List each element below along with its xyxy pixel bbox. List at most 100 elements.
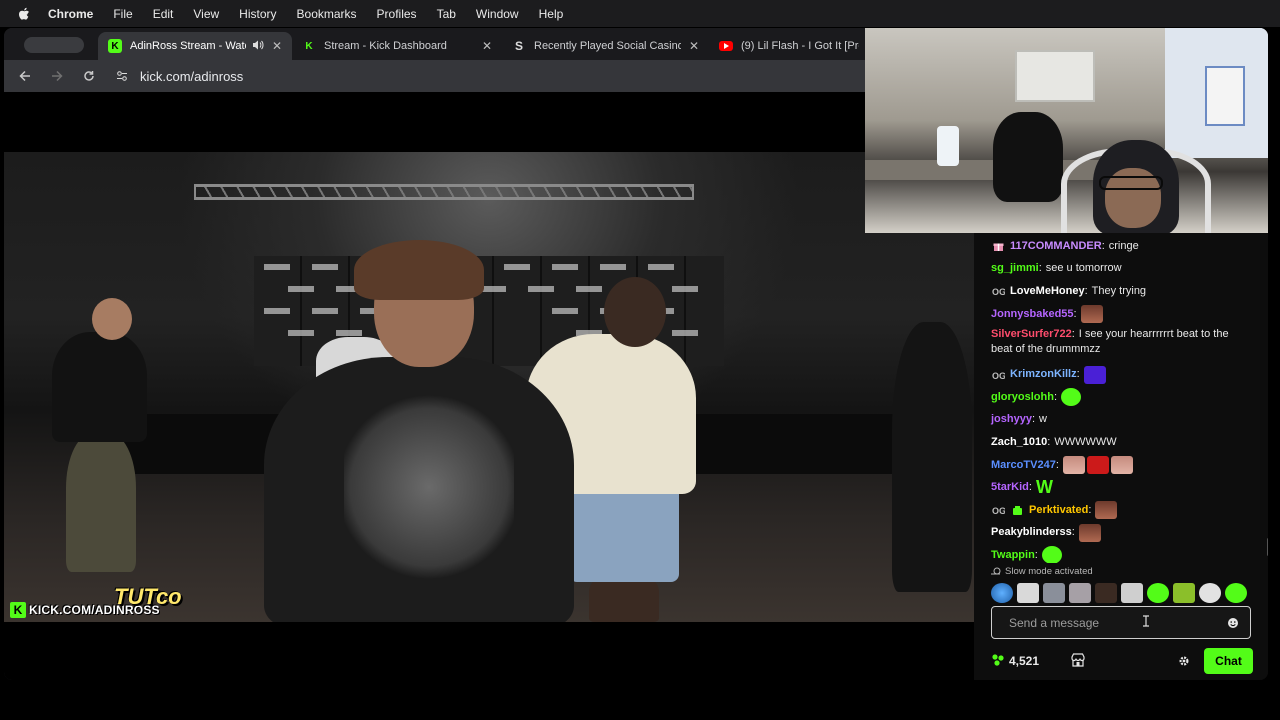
tab-title: Stream - Kick Dashboard	[324, 40, 447, 52]
kick-green-emote-icon[interactable]	[1147, 583, 1169, 603]
chat-username[interactable]: 5tarKid	[991, 480, 1029, 495]
chat-text: w	[1039, 413, 1047, 426]
browser-window: K AdinRoss Stream - Watch ✕ K Stream - K…	[4, 28, 1268, 680]
chat-username[interactable]: sg_jimmi	[991, 261, 1039, 276]
skull-emote-icon[interactable]	[1199, 583, 1221, 603]
menu-file[interactable]: File	[113, 7, 132, 21]
tab-title: Recently Played Social Casino	[534, 40, 681, 52]
gear-icon[interactable]	[1176, 653, 1192, 669]
chat-colon: :	[1071, 526, 1075, 539]
banned-texas-emote-icon[interactable]	[1121, 583, 1143, 603]
photo-emote-icon[interactable]	[1069, 583, 1091, 603]
site-settings-icon[interactable]	[112, 66, 132, 86]
chat-message: SilverSurfer722: I see your hearrrrrrt be…	[991, 325, 1251, 363]
tab-social-casino[interactable]: S Recently Played Social Casino ✕	[502, 32, 709, 60]
kick-logo-icon: K	[10, 602, 26, 618]
menu-profiles[interactable]: Profiles	[377, 7, 417, 21]
channel-points[interactable]: 4,521	[991, 653, 1039, 670]
reload-icon[interactable]	[78, 65, 100, 87]
face-emote-icon	[1078, 523, 1101, 542]
globe-emote-icon[interactable]	[991, 583, 1013, 603]
person-left-head	[92, 298, 132, 340]
tab-title: AdinRoss Stream - Watch	[130, 40, 246, 52]
chat-colon: :	[1071, 328, 1075, 341]
chat-username[interactable]: Twappin	[991, 548, 1035, 563]
chat-input-box	[991, 606, 1251, 639]
tab-youtube-lil-flash[interactable]: (9) Lil Flash - I Got It [Prod	[709, 32, 869, 60]
chat-username[interactable]: KrimzonKillz	[1010, 367, 1077, 382]
chat-username[interactable]: SilverSurfer722	[991, 328, 1072, 340]
chat-username[interactable]: MarcoTV247	[991, 458, 1056, 473]
chat-colon: :	[1055, 458, 1059, 471]
kick-logo-icon: K	[108, 39, 122, 53]
stream-watermark: K KICK.COM/ADINROSS TUTco	[10, 584, 182, 618]
chat-scrollbar[interactable]	[1267, 538, 1268, 556]
chat-message: Zach_1010: WWWWWW	[991, 431, 1251, 454]
tab-group-collapsed[interactable]	[24, 37, 84, 53]
quick-emote-bar	[991, 583, 1247, 603]
chat-username[interactable]: LoveMeHoney	[1010, 284, 1085, 299]
stream-video-player[interactable]: K KICK.COM/ADINROSS TUTco	[4, 152, 974, 622]
svg-text:OG: OG	[992, 287, 1005, 296]
send-chat-button[interactable]: Chat	[1204, 648, 1253, 674]
tab-adinross-stream[interactable]: K AdinRoss Stream - Watch ✕	[98, 32, 292, 60]
tab-kick-dashboard[interactable]: K Stream - Kick Dashboard ✕	[292, 32, 502, 60]
watermark-tag: TUTco	[114, 584, 182, 609]
og-badge-icon: OG	[991, 369, 1005, 381]
chat-colon: :	[1076, 368, 1080, 381]
chat-colon: :	[1028, 481, 1032, 494]
kick-green-emote-icon[interactable]	[1225, 583, 1247, 603]
chat-message: OG KrimzonKillz:	[991, 363, 1251, 386]
green-face-emote-icon[interactable]	[1173, 583, 1195, 603]
webcam-backpack	[993, 112, 1063, 202]
points-icon	[991, 653, 1005, 670]
slow-mode-text: Slow mode activated	[1005, 566, 1093, 577]
menu-history[interactable]: History	[239, 7, 276, 21]
speaker-icon[interactable]	[252, 39, 264, 54]
chat-message-input[interactable]	[1009, 615, 1226, 630]
close-icon[interactable]: ✕	[272, 39, 282, 53]
menu-help[interactable]: Help	[539, 7, 564, 21]
chat-message: 5tarKid: W	[991, 476, 1251, 499]
streamer-hair	[354, 240, 484, 300]
chat-username[interactable]: gloryoslohh	[991, 390, 1054, 405]
back-arrow-icon[interactable]	[14, 65, 36, 87]
kick-logo-icon: K	[302, 39, 316, 53]
chat-username[interactable]: 117COMMANDER	[1010, 239, 1102, 254]
chat-username[interactable]: Jonnysbaked55	[991, 307, 1074, 322]
chat-message: Twappin:	[991, 544, 1251, 563]
menu-view[interactable]: View	[193, 7, 219, 21]
chat-colon: :	[1034, 548, 1038, 561]
chat-message: OG Perktivated:	[991, 499, 1251, 522]
emoji-picker-icon[interactable]	[1226, 616, 1240, 630]
chat-message-body: SilverSurfer722: I see your hearrrrrrt be…	[991, 327, 1251, 357]
chat-username[interactable]: Peakyblinderss	[991, 525, 1072, 540]
chat-username[interactable]: joshyyy	[991, 412, 1032, 427]
page-content: K KICK.COM/ADINROSS TUTco 117COMMANDER:…	[4, 28, 1268, 680]
store-icon[interactable]	[1071, 653, 1085, 672]
chat-message: gloryoslohh:	[991, 386, 1251, 409]
menu-tab[interactable]: Tab	[437, 7, 456, 21]
close-icon[interactable]: ✕	[482, 39, 492, 53]
chat-message: Jonnysbaked55:	[991, 303, 1251, 326]
svg-text:OG: OG	[992, 506, 1005, 515]
webcam-bottle	[937, 126, 959, 166]
menu-edit[interactable]: Edit	[153, 7, 174, 21]
address-bar[interactable]: kick.com/adinross	[112, 64, 872, 88]
chat-colon: :	[1084, 284, 1088, 297]
chat-colon: :	[1073, 307, 1077, 320]
close-icon[interactable]: ✕	[689, 39, 699, 53]
face-emote-icon[interactable]	[1095, 583, 1117, 603]
forward-arrow-icon[interactable]	[46, 65, 68, 87]
photo-emote-icon[interactable]	[1043, 583, 1065, 603]
chat-message: Peakyblinderss:	[991, 522, 1251, 545]
face-emote-icon	[1110, 456, 1133, 475]
apple-logo-icon[interactable]	[16, 7, 32, 21]
banned-emote-icon[interactable]	[1017, 583, 1039, 603]
chat-username[interactable]: Perktivated	[1029, 503, 1088, 518]
menu-bookmarks[interactable]: Bookmarks	[297, 7, 357, 21]
chat-colon: :	[1053, 390, 1058, 403]
chat-username[interactable]: Zach_1010	[991, 435, 1047, 450]
menu-app-chrome[interactable]: Chrome	[48, 7, 93, 21]
menu-window[interactable]: Window	[476, 7, 519, 21]
